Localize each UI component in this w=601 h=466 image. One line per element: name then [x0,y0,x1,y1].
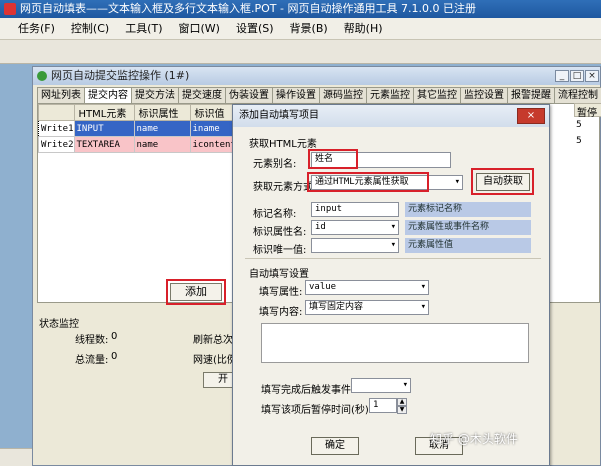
threads-value: 0 [111,331,118,342]
menu-window[interactable]: 窗口(W) [171,18,228,40]
table-row[interactable]: Write1 INPUT name iname [38,120,241,137]
section-auto-fill: 自动填写设置 [249,269,309,280]
attr-hint: 元素属性或事件名称 [405,220,531,235]
tag-label: 标记名称: [253,209,297,220]
tab-submit-content[interactable]: 提交内容 [84,87,132,103]
uniq-hint: 元素属性值 [405,238,531,253]
fill-content-label: 填写内容: [259,307,303,318]
menu-settings[interactable]: 设置(S) [228,18,282,40]
pause-cell: 5 [576,136,582,146]
tab-element-monitor[interactable]: 元素监控 [366,87,414,103]
maximize-button[interactable]: □ [570,70,584,82]
fill-items-table: HTML元素 标识属性 标识值 Write1 INPUT name iname … [38,104,241,153]
menu-background[interactable]: 背景(B) [282,18,336,40]
tab-submit-speed[interactable]: 提交速度 [178,87,226,103]
trigger-label: 填写完成后触发事件 [261,385,351,396]
fill-content-select[interactable]: 填写固定内容 [305,300,429,315]
tag-input[interactable]: input [311,202,399,217]
section-get-element: 获取HTML元素 [249,139,317,150]
add-fill-item-dialog: 添加自动填写项目 × 获取HTML元素 元素别名: 姓名 获取元素方式 通过HT… [232,104,550,466]
pause-cell: 5 [576,120,582,130]
threads-label: 线程数: [75,335,109,346]
fill-content-textarea[interactable] [261,323,529,363]
menu-task[interactable]: 任务(F) [0,18,63,40]
tab-flow-control[interactable]: 流程控制 [554,87,601,103]
toolbar [0,40,601,64]
row-id: Write1 [38,120,75,137]
row-id: Write2 [38,136,75,153]
table-row[interactable]: Write2 TEXTAREA name icontent [38,136,241,153]
app-icon [4,3,16,15]
tab-url-list[interactable]: 网址列表 [37,87,85,103]
tab-source-monitor[interactable]: 源码监控 [319,87,367,103]
trigger-select[interactable] [351,378,411,393]
pause-column: 暂停 5 5 [574,103,601,163]
tab-submit-method[interactable]: 提交方法 [131,87,179,103]
col-header-id[interactable] [38,104,75,121]
fill-attr-select[interactable]: value [305,280,429,295]
spin-up-icon[interactable]: ▲ [397,398,407,406]
tab-strip: 网址列表 提交内容 提交方法 提交速度 伪装设置 操作设置 源码监控 元素监控 其它监控 监控设置… [37,87,601,103]
menu-tools[interactable]: 工具(T) [117,18,170,40]
divider [245,258,541,259]
menu-control[interactable]: 控制(C) [63,18,117,40]
fill-attr-label: 填写属性: [259,287,303,298]
child-window-title-bar: 网页自动提交监控操作 (1#) _ □ × [33,67,600,85]
minimize-button[interactable]: _ [555,70,569,82]
tag-hint: 元素标记名称 [405,202,531,217]
refresh-count-label: 刷新总次 [193,335,233,346]
tab-alarm[interactable]: 报警提醒 [507,87,555,103]
attr-select[interactable]: id [311,220,399,235]
status-heading: 状态监控 [39,319,79,330]
spin-down-icon[interactable]: ▼ [397,406,407,414]
tab-other-monitor[interactable]: 其它监控 [413,87,461,103]
uniq-label: 标识唯一值: [253,245,307,256]
status-bar [0,448,32,466]
dialog-title: 添加自动填写项目 [233,105,549,127]
speed-label: 网速(比例 [193,355,237,366]
pause-label: 填写该项后暂停时间(秒) [261,405,369,416]
uniq-select[interactable] [311,238,399,253]
tab-monitor-settings[interactable]: 监控设置 [460,87,508,103]
app-title: 网页自动填表——文本输入框及多行文本输入框.POT - 网页自动操作通用工具 7… [20,2,476,15]
highlight-box [471,168,534,195]
close-window-button[interactable]: × [585,70,599,82]
col-header-pause[interactable]: 暂停 [574,103,601,119]
traffic-value: 0 [111,351,118,362]
dialog-close-button[interactable]: × [517,108,545,124]
row-element: INPUT [73,120,135,137]
attr-label: 标识属性名: [253,227,307,238]
menu-bar: 任务(F) 控制(C) 工具(T) 窗口(W) 设置(S) 背景(B) 帮助(H) [0,18,601,40]
highlight-box [307,172,429,192]
child-window-title: 网页自动提交监控操作 (1#) [51,69,190,82]
highlight-box [166,279,226,305]
ok-button[interactable]: 确定 [311,437,359,455]
alias-label: 元素别名: [253,159,297,170]
app-title-bar: 网页自动填表——文本输入框及多行文本输入框.POT - 网页自动操作通用工具 7… [0,0,601,18]
tab-operation[interactable]: 操作设置 [272,87,320,103]
menu-help[interactable]: 帮助(H) [336,18,391,40]
traffic-label: 总流量: [75,355,109,366]
col-header-element[interactable]: HTML元素 [73,104,135,121]
monitor-icon [37,71,47,81]
watermark: 知乎 @木头软件 [430,432,518,446]
col-header-attr[interactable]: 标识属性 [133,104,191,121]
tab-disguise[interactable]: 伪装设置 [225,87,273,103]
row-element: TEXTAREA [73,136,135,153]
row-attr: name [133,136,191,153]
highlight-box [308,149,358,169]
pause-input[interactable]: 1 [369,398,397,413]
method-label: 获取元素方式 [253,182,313,193]
row-attr: name [133,120,191,137]
